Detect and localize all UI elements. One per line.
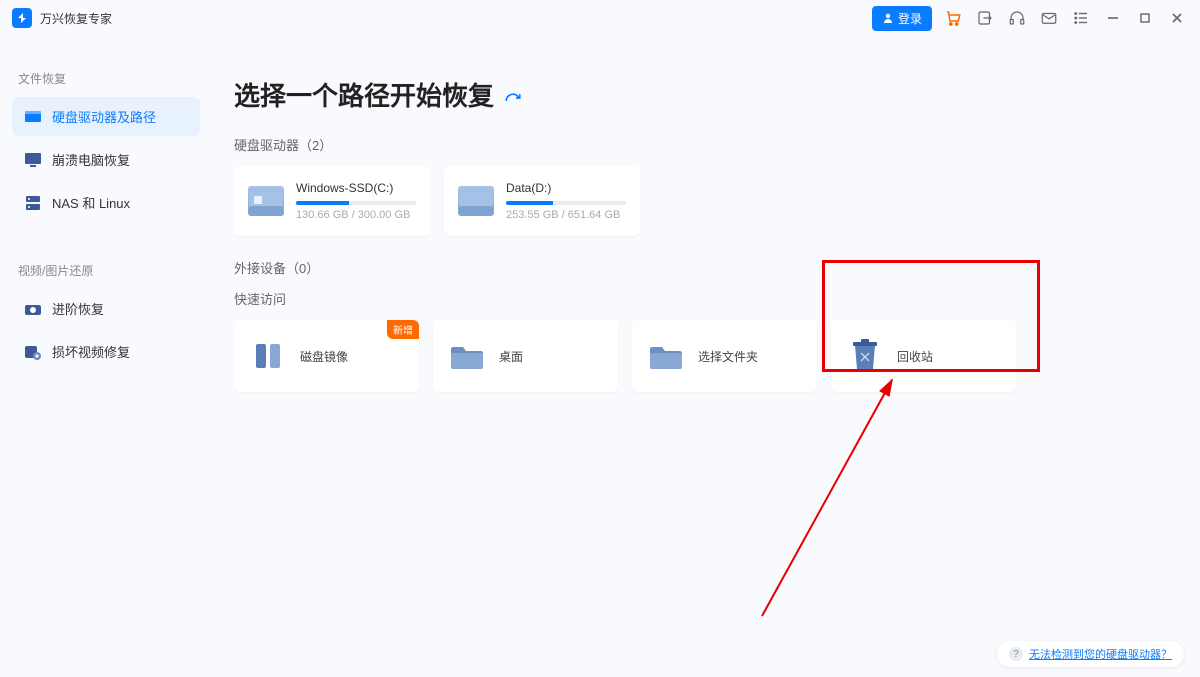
drive-size: 253.55 GB / 651.64 GB <box>506 209 626 221</box>
folder-icon <box>449 338 485 374</box>
quick-card-choose-folder[interactable]: 选择文件夹 <box>632 320 817 392</box>
sidebar-item-video-repair[interactable]: 损坏视频修复 <box>12 332 200 371</box>
sidebar-item-label: 硬盘驱动器及路径 <box>52 107 156 126</box>
quick-card-desktop[interactable]: 桌面 <box>433 320 618 392</box>
disk-image-icon <box>250 338 286 374</box>
main: 选择一个路径开始恢复 硬盘驱动器（2） Windows-SSD(C:) 130.… <box>210 36 1200 677</box>
export-icon[interactable] <box>974 7 996 29</box>
folder-open-icon <box>648 338 684 374</box>
sidebar-item-label: 损坏视频修复 <box>52 342 130 361</box>
titlebar-right: 登录 <box>872 6 1188 31</box>
quick-label: 磁盘镜像 <box>300 348 348 365</box>
trash-icon <box>847 338 883 374</box>
page-title: 选择一个路径开始恢复 <box>234 76 1176 113</box>
drive-fill <box>506 201 553 205</box>
close-icon[interactable] <box>1166 7 1188 29</box>
quick-row: 磁盘镜像 新增 桌面 选择文件夹 回收站 <box>234 320 1176 392</box>
wrench-icon <box>24 343 42 361</box>
help-icon: ? <box>1009 647 1023 661</box>
quick-header: 快速访问 <box>234 289 1176 308</box>
mail-icon[interactable] <box>1038 7 1060 29</box>
layout: 文件恢复 硬盘驱动器及路径 崩溃电脑恢复 NAS 和 Linux 视频/图片还原 <box>0 36 1200 677</box>
drives-header: 硬盘驱动器（2） <box>234 135 1176 154</box>
login-button[interactable]: 登录 <box>872 6 932 31</box>
quick-label: 回收站 <box>897 348 933 365</box>
list-icon[interactable] <box>1070 7 1092 29</box>
refresh-icon[interactable] <box>504 86 522 104</box>
sidebar-item-label: 进阶恢复 <box>52 299 104 318</box>
sidebar-item-crashed-pc[interactable]: 崩溃电脑恢复 <box>12 140 200 179</box>
server-icon <box>24 194 42 212</box>
quick-card-disk-image[interactable]: 磁盘镜像 新增 <box>234 320 419 392</box>
help-link-pill[interactable]: ? 无法检测到您的硬盘驱动器？ <box>997 641 1184 667</box>
headset-icon[interactable] <box>1006 7 1028 29</box>
hdd-icon <box>248 186 284 216</box>
drives-row: Windows-SSD(C:) 130.66 GB / 300.00 GB Da… <box>234 166 1176 236</box>
badge-new: 新增 <box>387 320 419 339</box>
quick-label: 选择文件夹 <box>698 348 758 365</box>
drive-name: Windows-SSD(C:) <box>296 181 416 195</box>
hdd-icon <box>458 186 494 216</box>
drive-info: Windows-SSD(C:) 130.66 GB / 300.00 GB <box>296 181 416 221</box>
drive-card-d[interactable]: Data(D:) 253.55 GB / 651.64 GB <box>444 166 640 236</box>
sidebar-item-label: 崩溃电脑恢复 <box>52 150 130 169</box>
sidebar-section-file-recovery: 文件恢复 <box>18 70 200 87</box>
drive-card-c[interactable]: Windows-SSD(C:) 130.66 GB / 300.00 GB <box>234 166 430 236</box>
drive-info: Data(D:) 253.55 GB / 651.64 GB <box>506 181 626 221</box>
quick-label: 桌面 <box>499 348 523 365</box>
login-label: 登录 <box>898 10 922 27</box>
drive-fill <box>296 201 349 205</box>
drive-bar <box>296 201 416 205</box>
sidebar-item-advanced[interactable]: 进阶恢复 <box>12 289 200 328</box>
external-header: 外接设备（0） <box>234 258 1176 277</box>
sidebar: 文件恢复 硬盘驱动器及路径 崩溃电脑恢复 NAS 和 Linux 视频/图片还原 <box>0 36 210 677</box>
drive-size: 130.66 GB / 300.00 GB <box>296 209 416 221</box>
help-link-text[interactable]: 无法检测到您的硬盘驱动器？ <box>1029 646 1172 662</box>
maximize-icon[interactable] <box>1134 7 1156 29</box>
drive-icon <box>24 108 42 126</box>
sidebar-item-nas-linux[interactable]: NAS 和 Linux <box>12 183 200 222</box>
app-name: 万兴恢复专家 <box>40 10 112 27</box>
minimize-icon[interactable] <box>1102 7 1124 29</box>
camera-icon <box>24 300 42 318</box>
annotation-arrow-icon <box>752 366 962 626</box>
sidebar-item-label: NAS 和 Linux <box>52 193 130 212</box>
drive-bar <box>506 201 626 205</box>
cart-icon[interactable] <box>942 7 964 29</box>
page-title-text: 选择一个路径开始恢复 <box>234 76 494 113</box>
monitor-icon <box>24 151 42 169</box>
user-icon <box>882 12 894 24</box>
quick-card-recycle-bin[interactable]: 回收站 <box>831 320 1016 392</box>
titlebar: 万兴恢复专家 登录 <box>0 0 1200 36</box>
sidebar-item-drives[interactable]: 硬盘驱动器及路径 <box>12 97 200 136</box>
sidebar-section-media: 视频/图片还原 <box>18 262 200 279</box>
drive-name: Data(D:) <box>506 181 626 195</box>
titlebar-left: 万兴恢复专家 <box>12 8 112 28</box>
app-logo-icon <box>12 8 32 28</box>
